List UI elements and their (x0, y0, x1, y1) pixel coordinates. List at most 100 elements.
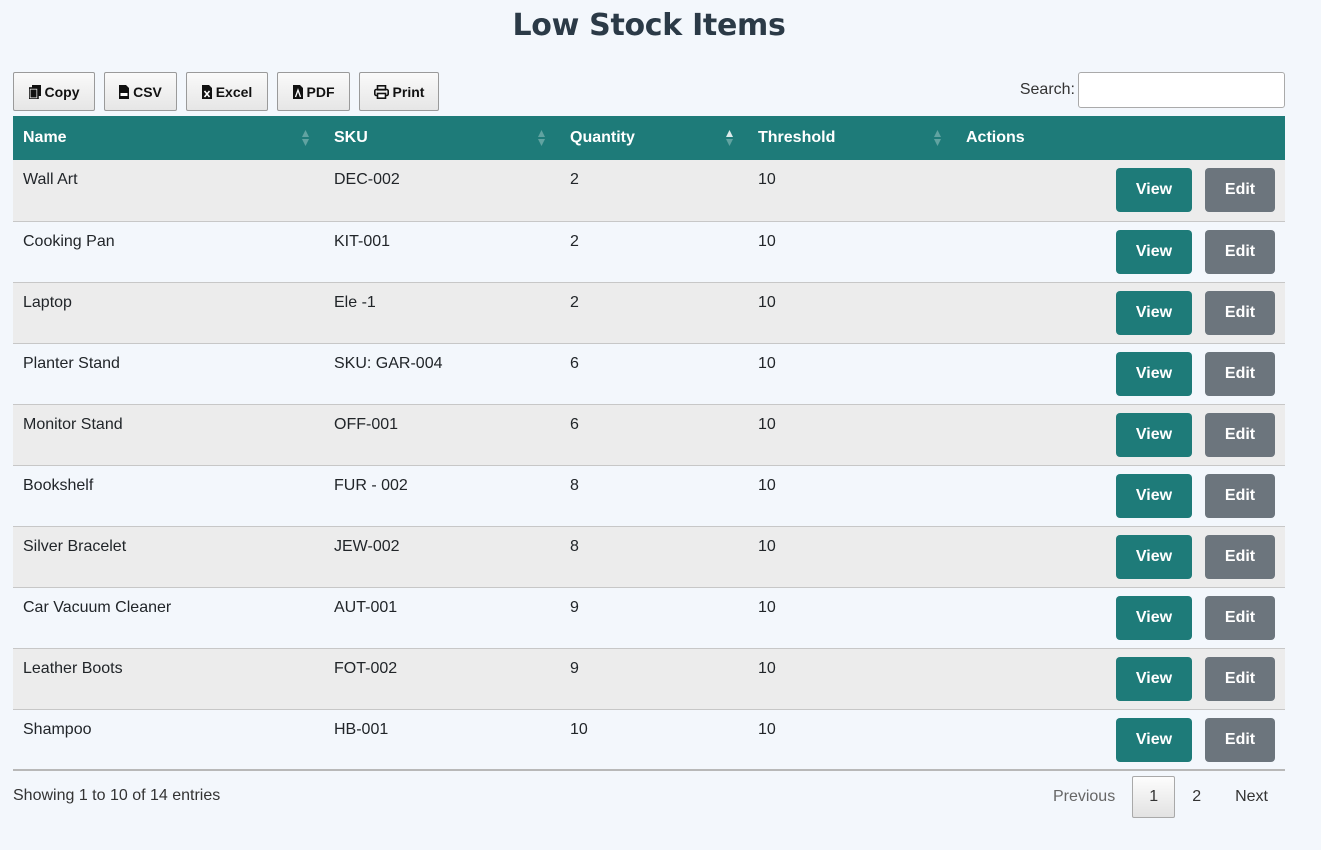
cell-name: Monitor Stand (23, 415, 123, 433)
next-page-button[interactable]: Next (1218, 776, 1285, 818)
edit-button[interactable]: Edit (1205, 412, 1275, 457)
table-header-row: Name SKU Quantity Threshold Actions (13, 116, 1285, 160)
cell-name: Car Vacuum Cleaner (23, 598, 172, 616)
cell-name: Silver Bracelet (23, 537, 127, 555)
table-row: Shampoo HB-001 10 10 View Edit (13, 709, 1285, 770)
table-row: Cooking Pan KIT-001 2 10 View Edit (13, 221, 1285, 282)
cell-name: Cooking Pan (23, 232, 115, 250)
table-row: Planter Stand SKU: GAR-004 6 10 View Edit (13, 343, 1285, 404)
cell-actions: View Edit (956, 404, 1285, 465)
cell-quantity: 2 (570, 171, 579, 188)
column-header-sku[interactable]: SKU (324, 116, 560, 160)
cell-threshold: 10 (758, 537, 776, 555)
cell-threshold: 10 (758, 598, 776, 616)
export-toolbar: Copy CSV Excel PDF Print (13, 72, 448, 111)
edit-button[interactable]: Edit (1205, 534, 1275, 579)
view-button[interactable]: View (1116, 168, 1192, 212)
view-button[interactable]: View (1116, 290, 1192, 335)
cell-threshold: 10 (758, 659, 776, 677)
view-button[interactable]: View (1116, 473, 1192, 518)
table-row: Bookshelf FUR - 002 8 10 View Edit (13, 465, 1285, 526)
cell-threshold: 10 (758, 354, 776, 372)
cell-quantity: 2 (570, 232, 579, 250)
cell-actions: View Edit (956, 709, 1285, 770)
cell-actions: View Edit (956, 465, 1285, 526)
cell-threshold: 10 (758, 232, 776, 250)
cell-name: Planter Stand (23, 354, 120, 372)
cell-sku: SKU: GAR-004 (334, 354, 443, 372)
excel-file-icon (201, 84, 212, 99)
table-row: Monitor Stand OFF-001 6 10 View Edit (13, 404, 1285, 465)
table-row: Car Vacuum Cleaner AUT-001 9 10 View Edit (13, 587, 1285, 648)
cell-sku: FUR - 002 (334, 476, 408, 494)
search-box: Search: (1020, 72, 1285, 108)
pdf-button-label: PDF (306, 83, 335, 100)
cell-name: Bookshelf (23, 476, 94, 494)
excel-button-label: Excel (215, 83, 253, 100)
cell-quantity: 8 (570, 476, 579, 494)
cell-name: Shampoo (23, 720, 92, 738)
low-stock-table: Name SKU Quantity Threshold Actions Wall… (13, 116, 1285, 771)
edit-button[interactable]: Edit (1205, 351, 1275, 396)
table-info: Showing 1 to 10 of 14 entries (13, 787, 221, 804)
edit-button[interactable]: Edit (1205, 656, 1275, 701)
printer-icon (373, 84, 389, 99)
column-header-threshold[interactable]: Threshold (748, 116, 956, 160)
copy-button[interactable]: Copy (13, 72, 95, 111)
view-button[interactable]: View (1116, 595, 1192, 640)
view-button[interactable]: View (1116, 717, 1192, 762)
cell-sku: FOT-002 (334, 659, 398, 677)
cell-quantity: 8 (570, 537, 579, 555)
cell-actions: View Edit (956, 221, 1285, 282)
search-label: Search: (1019, 81, 1075, 98)
view-button[interactable]: View (1116, 534, 1192, 579)
column-header-name[interactable]: Name (13, 116, 324, 160)
cell-threshold: 10 (758, 171, 776, 188)
edit-button[interactable]: Edit (1205, 595, 1275, 640)
cell-actions: View Edit (956, 282, 1285, 343)
page-2-button[interactable]: 2 (1175, 776, 1218, 818)
cell-actions: View Edit (956, 160, 1285, 221)
cell-sku: DEC-002 (334, 171, 400, 188)
cell-actions: View Edit (956, 526, 1285, 587)
previous-page-button[interactable]: Previous (1036, 776, 1132, 818)
page-1-button[interactable]: 1 (1132, 776, 1176, 818)
print-button[interactable]: Print (359, 72, 439, 111)
table-row: Laptop Ele -1 2 10 View Edit (13, 282, 1285, 343)
print-button-label: Print (392, 83, 425, 100)
cell-threshold: 10 (758, 720, 776, 738)
edit-button[interactable]: Edit (1205, 229, 1275, 274)
column-header-actions: Actions (956, 116, 1285, 160)
cell-threshold: 10 (758, 476, 776, 494)
edit-button[interactable]: Edit (1205, 168, 1275, 212)
column-header-quantity[interactable]: Quantity (560, 116, 748, 160)
view-button[interactable]: View (1116, 412, 1192, 457)
cell-quantity: 10 (570, 720, 588, 738)
cell-actions: View Edit (956, 648, 1285, 709)
view-button[interactable]: View (1116, 229, 1192, 274)
cell-quantity: 9 (570, 598, 579, 616)
table-body: Wall Art DEC-002 2 10 View Edit Cooking Pan KIT… (13, 160, 1285, 770)
cell-name: Laptop (23, 293, 72, 311)
cell-sku: JEW-002 (334, 537, 400, 555)
sort-ascending-icon (726, 130, 733, 146)
page-title: Low Stock Items (512, 8, 786, 43)
search-input[interactable] (1078, 72, 1285, 108)
cell-sku: OFF-001 (334, 415, 399, 433)
edit-button[interactable]: Edit (1205, 290, 1275, 335)
cell-sku: KIT-001 (334, 232, 391, 250)
pdf-button[interactable]: PDF (277, 72, 350, 111)
table-row: Wall Art DEC-002 2 10 View Edit (13, 160, 1285, 221)
edit-button[interactable]: Edit (1205, 717, 1275, 762)
edit-button[interactable]: Edit (1205, 473, 1275, 518)
excel-button[interactable]: Excel (186, 72, 268, 111)
cell-actions: View Edit (956, 587, 1285, 648)
cell-sku: Ele -1 (334, 293, 376, 311)
view-button[interactable]: View (1116, 656, 1192, 701)
sort-both-icon (538, 130, 545, 146)
cell-name: Wall Art (23, 171, 78, 188)
view-button[interactable]: View (1116, 351, 1192, 396)
pagination: Previous 1 2 Next (1036, 776, 1285, 818)
csv-button-label: CSV (133, 83, 162, 100)
csv-button[interactable]: CSV (104, 72, 177, 111)
